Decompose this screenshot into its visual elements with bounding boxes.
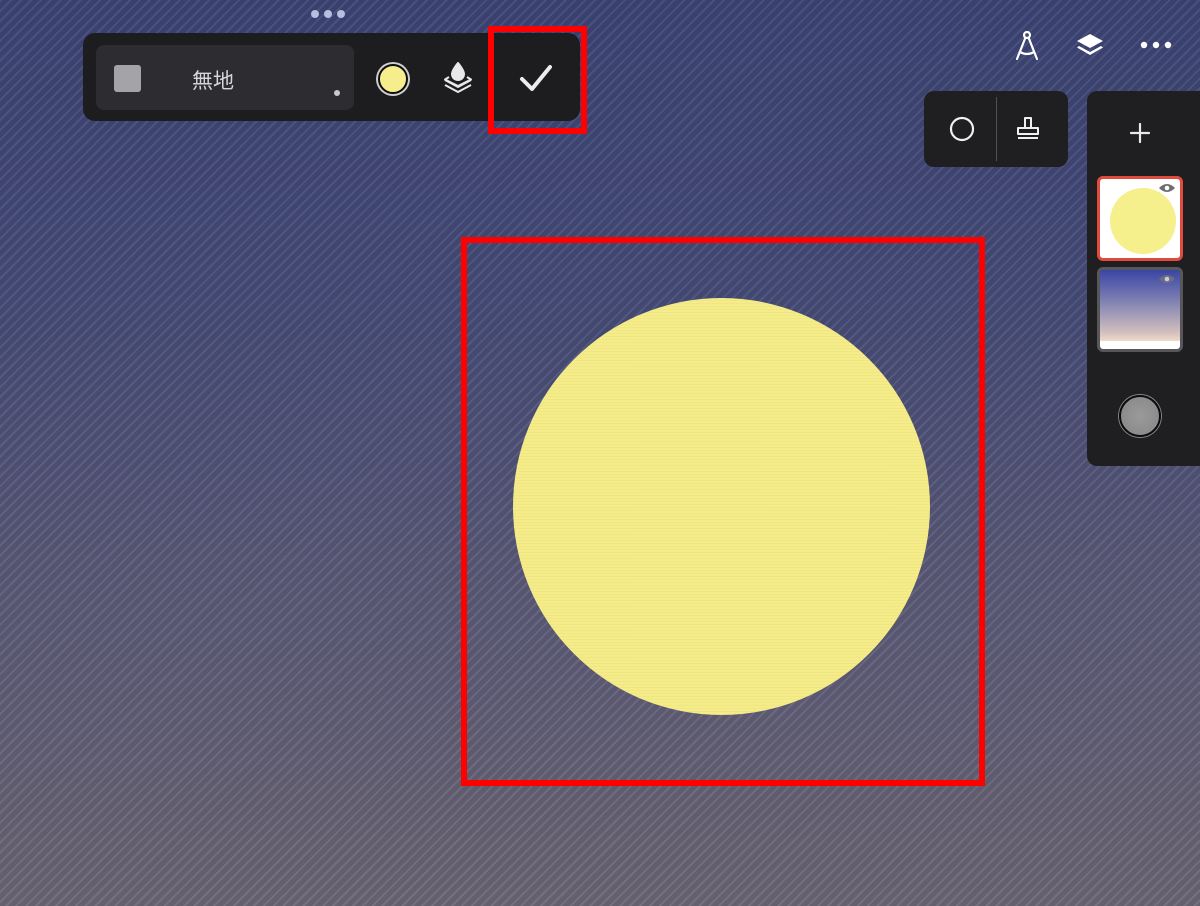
layer-thumbnail-circle[interactable] [1097, 176, 1183, 261]
texture-swatch [114, 65, 141, 92]
grip-dot [337, 10, 345, 18]
highlight-circle-shape [461, 237, 985, 786]
compass-icon[interactable] [1012, 30, 1042, 62]
background-color-button[interactable] [1119, 395, 1161, 437]
layers-icon[interactable] [1075, 30, 1105, 62]
layer-panel [1087, 91, 1200, 466]
eye-icon[interactable] [1158, 182, 1176, 194]
shape-tool-panel [924, 91, 1068, 167]
highlight-confirm-button [488, 26, 587, 134]
layer-fill-icon[interactable] [441, 61, 475, 95]
toolbar-drag-handle[interactable] [311, 10, 345, 18]
fill-color-swatch[interactable] [378, 64, 408, 94]
more-icon[interactable] [1139, 30, 1173, 62]
grip-dot [324, 10, 332, 18]
grip-dot [311, 10, 319, 18]
eye-icon[interactable] [1158, 273, 1176, 285]
stamp-icon[interactable] [1014, 115, 1042, 143]
circle-icon[interactable] [948, 115, 976, 143]
texture-indicator-dot [334, 90, 340, 96]
add-layer-button[interactable] [1128, 121, 1152, 145]
panel-divider [996, 97, 997, 161]
layer-thumbnail-content [1110, 188, 1176, 254]
texture-select[interactable]: 無地 [96, 45, 354, 110]
layer-thumbnail-background[interactable] [1097, 267, 1183, 352]
texture-label: 無地 [192, 69, 234, 93]
